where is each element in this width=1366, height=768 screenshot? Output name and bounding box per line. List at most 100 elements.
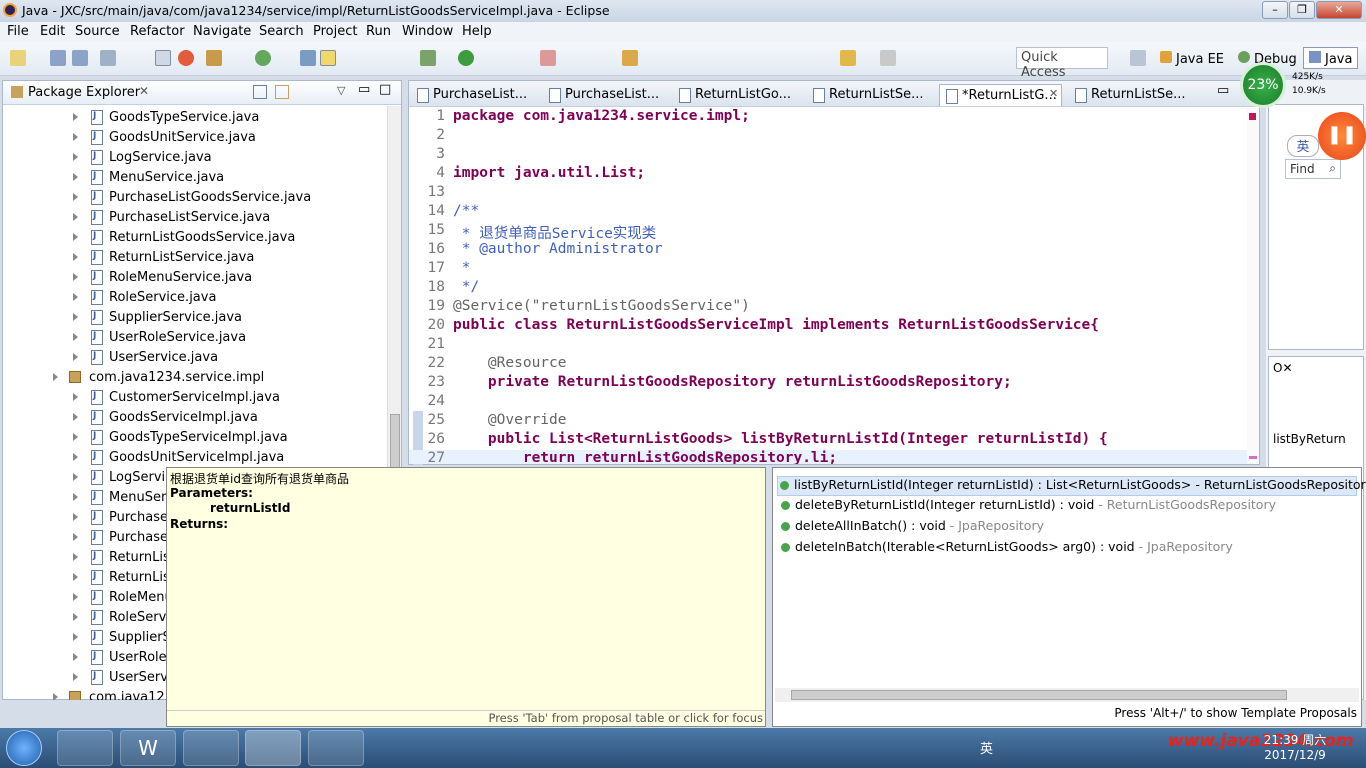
expand-arrow-icon[interactable] <box>73 153 78 161</box>
expand-arrow-icon[interactable] <box>73 593 78 601</box>
view-menu-icon[interactable]: ▽ <box>337 84 345 97</box>
tab-return-list-goods-impl-active[interactable]: *ReturnListG... <box>939 84 1062 106</box>
code-line[interactable]: 18 */ <box>409 279 1247 298</box>
expand-arrow-icon[interactable] <box>73 453 78 461</box>
open-type-icon[interactable] <box>622 50 638 66</box>
code-line[interactable]: 17 * <box>409 260 1247 279</box>
close-view-icon[interactable]: ✕ <box>139 84 149 98</box>
proposal-item[interactable]: listByReturnListId(Integer returnListId)… <box>777 476 1366 496</box>
warning-marker[interactable] <box>1249 456 1257 459</box>
run-icon[interactable] <box>458 50 474 66</box>
minimize-view-icon[interactable]: ▭ <box>358 82 370 97</box>
code-line[interactable]: 13 <box>409 184 1247 203</box>
code-line[interactable]: 23 private ReturnListGoodsRepository ret… <box>409 374 1247 393</box>
expand-arrow-icon[interactable] <box>73 113 78 121</box>
expand-arrow-icon[interactable] <box>73 313 78 321</box>
package-explorer-title[interactable]: Package Explorer <box>28 85 140 100</box>
code-line[interactable]: 1 package com.java1234.service.impl; <box>409 108 1247 127</box>
perspective-java-ee[interactable]: Java EE <box>1160 51 1224 67</box>
expand-arrow-icon[interactable] <box>73 513 78 521</box>
expand-arrow-icon[interactable] <box>73 493 78 501</box>
expand-arrow-icon[interactable] <box>73 473 78 481</box>
expand-arrow-icon[interactable] <box>73 653 78 661</box>
tab-purchase-list-2[interactable]: PurchaseList... <box>543 84 663 106</box>
error-marker[interactable] <box>1249 113 1256 120</box>
search-icon[interactable] <box>300 50 316 66</box>
expand-arrow-icon[interactable] <box>73 633 78 641</box>
code-line[interactable]: 19 @Service("returnListGoodsService") <box>409 298 1247 317</box>
expand-arrow-icon[interactable] <box>73 673 78 681</box>
quick-access-field[interactable]: Quick Access <box>1016 47 1108 80</box>
expand-arrow-icon[interactable] <box>73 433 78 441</box>
close-button[interactable]: ✕ <box>1316 1 1362 19</box>
code-line[interactable]: 21 <box>409 336 1247 355</box>
close-tab-icon[interactable]: ✕ <box>1049 87 1058 100</box>
proposals-hscrollbar-thumb[interactable] <box>791 690 1287 700</box>
menu-window[interactable]: Window <box>402 24 453 39</box>
back-icon[interactable] <box>840 50 856 66</box>
code-line[interactable]: 15 * 退货单商品Service实现类 <box>409 222 1247 242</box>
outline-tab-icon[interactable]: O✕ <box>1273 361 1293 375</box>
menu-source[interactable]: Source <box>75 24 120 39</box>
expand-arrow-icon[interactable] <box>73 273 78 281</box>
save-icon[interactable] <box>50 50 66 66</box>
find-field[interactable]: Find ⌕ <box>1285 159 1341 179</box>
app-icon-1[interactable] <box>57 730 113 766</box>
expand-arrow-icon[interactable] <box>73 413 78 421</box>
refresh-icon[interactable] <box>255 50 271 66</box>
expand-arrow-icon[interactable] <box>73 213 78 221</box>
menu-edit[interactable]: Edit <box>40 24 65 39</box>
cpu-badge[interactable]: 23% <box>1240 62 1286 108</box>
code-line[interactable]: 27 return returnListGoodsRepository.li; <box>409 450 1247 464</box>
expand-arrow-icon[interactable] <box>73 533 78 541</box>
code-line[interactable]: 26 public List<ReturnListGoods> listByRe… <box>409 431 1247 450</box>
code-line[interactable]: 20 public class ReturnListGoodsServiceImp… <box>409 317 1247 336</box>
code-area[interactable]: 1 package com.java1234.service.impl; 2 3 4 im… <box>409 108 1247 464</box>
expand-arrow-icon[interactable] <box>73 173 78 181</box>
ime-button[interactable]: 英 <box>1287 135 1319 157</box>
menu-navigate[interactable]: Navigate <box>193 24 251 39</box>
collapse-all-icon[interactable] <box>253 85 267 99</box>
chrome-icon[interactable] <box>308 730 364 766</box>
perspective-java[interactable]: Java <box>1303 47 1359 69</box>
code-line[interactable]: 24 <box>409 393 1247 412</box>
debug-icon[interactable] <box>420 50 436 66</box>
code-line[interactable]: 4 import java.util.List; <box>409 165 1247 184</box>
expand-arrow-icon[interactable] <box>73 193 78 201</box>
editor-minimize-icon[interactable]: ▭ <box>1217 83 1229 98</box>
menu-project[interactable]: Project <box>313 24 357 39</box>
wps-writer-icon[interactable]: W <box>120 730 176 766</box>
toggle-icon[interactable] <box>155 50 171 66</box>
highlight-icon[interactable] <box>320 50 336 66</box>
code-line[interactable]: 2 <box>409 127 1247 146</box>
code-line[interactable]: 3 <box>409 146 1247 165</box>
proposal-item[interactable]: deleteAllInBatch() : void - JpaRepositor… <box>779 518 1044 538</box>
expand-arrow-icon[interactable] <box>53 373 58 381</box>
code-line[interactable]: 16 * @author Administrator <box>409 241 1247 260</box>
outline-item[interactable]: listByReturn <box>1273 432 1349 446</box>
print-icon[interactable] <box>100 50 116 66</box>
expand-arrow-icon[interactable] <box>73 573 78 581</box>
browser-icon[interactable] <box>178 50 194 66</box>
expand-arrow-icon[interactable] <box>73 333 78 341</box>
expand-arrow-icon[interactable] <box>73 613 78 621</box>
expand-arrow-icon[interactable] <box>73 133 78 141</box>
tab-purchase-list-1[interactable]: PurchaseList... <box>411 84 531 106</box>
menu-search[interactable]: Search <box>259 24 304 39</box>
expand-arrow-icon[interactable] <box>73 393 78 401</box>
ime-indicator[interactable]: 英 <box>980 738 993 757</box>
expand-arrow-icon[interactable] <box>73 293 78 301</box>
app-icon-3[interactable] <box>183 730 239 766</box>
eclipse-taskbar-icon[interactable] <box>245 730 301 766</box>
stop-icon[interactable] <box>540 50 556 66</box>
new-icon[interactable] <box>10 50 26 66</box>
build-icon[interactable] <box>206 50 222 66</box>
maximize-view-icon[interactable]: □ <box>379 82 391 97</box>
open-perspective-icon[interactable] <box>1130 50 1146 66</box>
expand-arrow-icon[interactable] <box>73 353 78 361</box>
start-button-icon[interactable] <box>6 730 42 766</box>
pause-record-icon[interactable]: ❚❚ <box>1318 112 1366 160</box>
maximize-button[interactable]: ❐ <box>1289 1 1315 19</box>
forward-icon[interactable] <box>880 50 896 66</box>
code-line[interactable]: 22 @Resource <box>409 355 1247 374</box>
